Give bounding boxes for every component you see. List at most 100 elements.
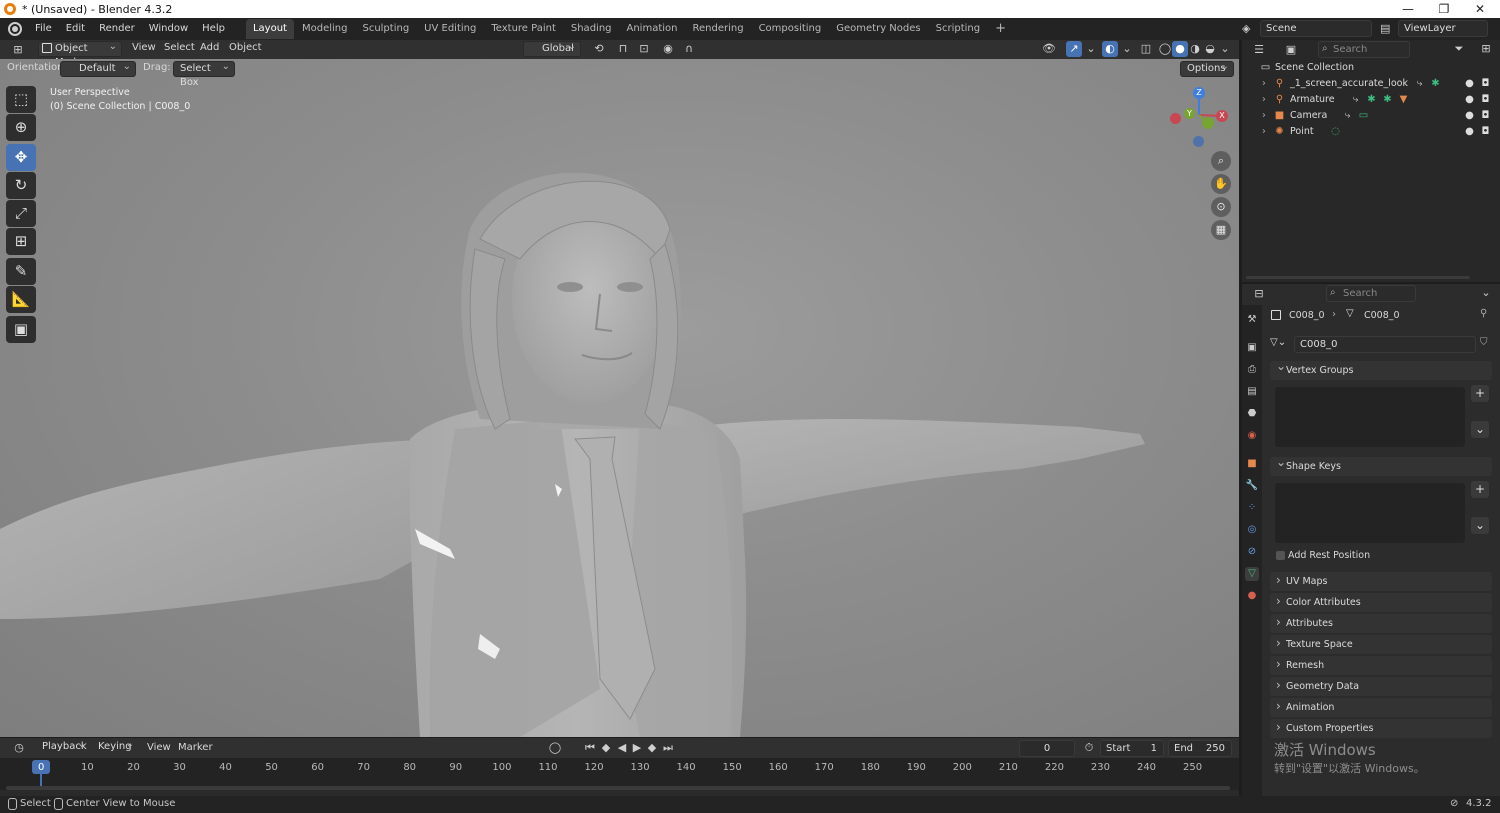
snap-icon[interactable]: ⊓ bbox=[615, 41, 631, 57]
material-tab-icon[interactable]: ● bbox=[1245, 589, 1259, 603]
gizmo-dropdown-icon[interactable]: ⌄ bbox=[1083, 41, 1099, 57]
properties-search-input[interactable]: Search bbox=[1326, 285, 1416, 302]
xray-toggle-icon[interactable]: ◫ bbox=[1138, 41, 1154, 57]
measure-tool-icon[interactable]: 📐 bbox=[6, 286, 36, 313]
cursor-tool-icon[interactable]: ⊕ bbox=[6, 114, 36, 141]
shape-key-menu-button[interactable]: ⌄ bbox=[1471, 517, 1489, 534]
zoom-icon[interactable]: ⌕ bbox=[1211, 151, 1231, 171]
texture-space-panel-header[interactable]: Texture Space bbox=[1270, 634, 1492, 654]
view-layer-selector[interactable]: ViewLayer bbox=[1398, 20, 1488, 37]
particles-tab-icon[interactable]: ⁘ bbox=[1245, 501, 1259, 515]
menu-add[interactable]: Add bbox=[200, 42, 219, 53]
add-rest-position-checkbox[interactable] bbox=[1276, 551, 1285, 560]
physics-tab-icon[interactable]: ◎ bbox=[1245, 523, 1259, 537]
outliner-item[interactable]: › ⚲ _1_screen_accurate_look ⤷ ✱ ● ◘ bbox=[1242, 76, 1500, 92]
mesh-data-tab-icon[interactable]: ▽ bbox=[1245, 567, 1259, 581]
gizmo-z-negative[interactable] bbox=[1193, 136, 1204, 147]
vertex-groups-list[interactable] bbox=[1275, 387, 1465, 447]
eye-icon[interactable]: ● bbox=[1464, 126, 1475, 137]
render-tab-icon[interactable]: ▣ bbox=[1245, 341, 1259, 355]
shading-dropdown-icon[interactable]: ⌄ bbox=[1217, 41, 1233, 57]
eye-icon[interactable]: ● bbox=[1464, 94, 1475, 105]
world-tab-icon[interactable]: ◉ bbox=[1245, 429, 1259, 443]
uv-maps-panel-header[interactable]: UV Maps bbox=[1270, 571, 1492, 591]
tab-modeling[interactable]: Modeling bbox=[295, 19, 355, 39]
timeline-marker-menu[interactable]: Marker bbox=[178, 742, 213, 753]
animation-panel-header[interactable]: Animation bbox=[1270, 697, 1492, 717]
jump-end-icon[interactable]: ⏭ bbox=[660, 740, 676, 756]
visibility-icon[interactable]: 👁 bbox=[1038, 41, 1060, 57]
breadcrumb-object[interactable]: C008_0 bbox=[1289, 310, 1325, 321]
timeline-ruler[interactable]: 0 10 20 30 40 50 60 70 80 90 100 110 120 130 140 150 160… bbox=[0, 758, 1239, 790]
mesh-browse-icon[interactable]: ▽⌄ bbox=[1270, 337, 1286, 348]
drag-dropdown[interactable]: Select Box bbox=[173, 60, 235, 88]
display-mode-icon[interactable]: ▣ bbox=[1280, 42, 1302, 58]
snap-target-icon[interactable]: ⊡ bbox=[633, 41, 655, 57]
wireframe-shading-icon[interactable]: ◯ bbox=[1157, 41, 1173, 57]
proportional-edit-icon[interactable]: ◉ bbox=[660, 41, 676, 57]
filter-icon[interactable]: ⏷ bbox=[1448, 41, 1470, 57]
tab-uv-editing[interactable]: UV Editing bbox=[417, 19, 483, 39]
gizmo-x-axis[interactable]: X bbox=[1216, 110, 1228, 122]
camera-render-icon[interactable]: ◘ bbox=[1480, 94, 1491, 105]
pin-icon[interactable]: ⚲ bbox=[1480, 308, 1487, 319]
scale-tool-icon[interactable]: ⤢ bbox=[6, 200, 36, 227]
outliner-scrollbar[interactable] bbox=[1246, 276, 1470, 279]
eye-icon[interactable]: ● bbox=[1464, 78, 1475, 89]
fake-user-shield-icon[interactable]: ⛉ bbox=[1480, 337, 1488, 348]
expand-arrow-icon[interactable]: › bbox=[1262, 108, 1266, 124]
constraints-tab-icon[interactable]: ⊘ bbox=[1245, 545, 1259, 559]
vertex-groups-panel-header[interactable]: Vertex Groups bbox=[1270, 357, 1492, 380]
gizmo-x-negative[interactable] bbox=[1170, 113, 1181, 124]
view-layer-tab-icon[interactable]: ▤ bbox=[1245, 385, 1259, 399]
tab-animation[interactable]: Animation bbox=[620, 19, 685, 39]
outliner-root-row[interactable]: ▭ Scene Collection bbox=[1242, 60, 1500, 76]
tab-geometry-nodes[interactable]: Geometry Nodes bbox=[829, 19, 927, 39]
tab-compositing[interactable]: Compositing bbox=[752, 19, 829, 39]
outliner-item[interactable]: › ✺ Point ◌ ● ◘ bbox=[1242, 124, 1500, 140]
menu-help[interactable]: Help bbox=[195, 18, 232, 40]
breadcrumb-mesh[interactable]: C008_0 bbox=[1364, 310, 1400, 321]
perspective-toggle-icon[interactable]: ▦ bbox=[1211, 220, 1231, 240]
tab-scripting[interactable]: Scripting bbox=[929, 19, 987, 39]
gizmo-y-axis[interactable]: Y bbox=[1184, 108, 1195, 119]
current-frame-field[interactable]: 0 bbox=[1019, 740, 1075, 757]
scene-tab-icon[interactable]: ⬣ bbox=[1245, 407, 1259, 421]
add-vertex-group-button[interactable]: + bbox=[1471, 385, 1489, 402]
camera-render-icon[interactable]: ◘ bbox=[1480, 110, 1491, 121]
outliner-item[interactable]: › ■ Camera ⤷ ▭ ● ◘ bbox=[1242, 108, 1500, 124]
jump-start-icon[interactable]: ⏮ bbox=[582, 740, 598, 756]
end-frame-field[interactable]: End 250 bbox=[1168, 740, 1232, 757]
3d-viewport[interactable]: User Perspective (0) Scene Collection | … bbox=[0, 59, 1239, 737]
camera-view-icon[interactable]: ⊙ bbox=[1211, 197, 1231, 217]
properties-options-icon[interactable]: ⌄ bbox=[1478, 285, 1494, 301]
modifier-tab-icon[interactable]: 🔧 bbox=[1245, 479, 1259, 493]
expand-arrow-icon[interactable]: › bbox=[1262, 92, 1266, 108]
character-model[interactable] bbox=[0, 59, 1239, 737]
editor-type-icon[interactable]: ⊞ bbox=[6, 42, 30, 58]
play-icon[interactable]: ▶ bbox=[629, 740, 645, 756]
menu-window[interactable]: Window bbox=[142, 18, 195, 40]
menu-object[interactable]: Object bbox=[229, 42, 262, 53]
timeline-view-menu[interactable]: View bbox=[147, 742, 171, 753]
options-dropdown[interactable]: Options bbox=[1180, 60, 1234, 77]
custom-properties-panel-header[interactable]: Custom Properties bbox=[1270, 718, 1492, 738]
jump-keyframe-forward-icon[interactable]: ◆ bbox=[644, 740, 660, 756]
keying-menu[interactable]: Keying bbox=[92, 738, 138, 756]
transform-orientation-dropdown[interactable]: Global bbox=[523, 40, 581, 57]
navigation-gizmo[interactable]: Z X Y bbox=[1168, 87, 1232, 151]
geometry-data-panel-header[interactable]: Geometry Data bbox=[1270, 676, 1492, 696]
auto-keying-icon[interactable]: ◯ bbox=[547, 740, 563, 756]
annotate-tool-icon[interactable]: ✎ bbox=[6, 258, 36, 285]
falloff-icon[interactable]: ∩ bbox=[678, 41, 700, 57]
material-shading-icon[interactable]: ◑ bbox=[1187, 41, 1203, 57]
mesh-name-field[interactable]: C008_0 bbox=[1294, 336, 1476, 353]
menu-edit[interactable]: Edit bbox=[59, 18, 92, 40]
eye-icon[interactable]: ● bbox=[1464, 110, 1475, 121]
tab-shading[interactable]: Shading bbox=[564, 19, 619, 39]
blender-logo-icon[interactable] bbox=[8, 22, 22, 36]
add-shape-key-button[interactable]: + bbox=[1471, 481, 1489, 498]
timeline-scrollbar[interactable] bbox=[6, 786, 1230, 790]
overlay-dropdown-icon[interactable]: ⌄ bbox=[1119, 41, 1135, 57]
timeline-editor-type-icon[interactable]: ◷ bbox=[8, 740, 30, 756]
